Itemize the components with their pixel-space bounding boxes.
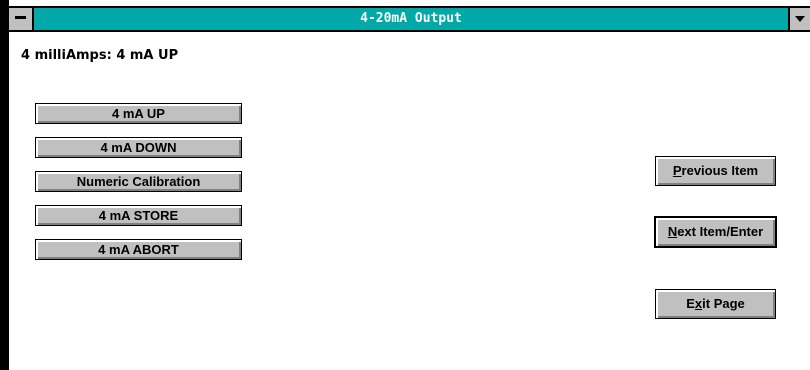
app-window: 4-20mA Output 4 milliAmps: 4 mA UP 4 mA … — [0, 0, 810, 370]
next-item-enter-button[interactable]: Next Item/Enter — [654, 216, 777, 248]
exit-page-label-start: E — [686, 296, 695, 311]
numeric-calibration-button[interactable]: Numeric Calibration — [35, 171, 242, 192]
4ma-down-button[interactable]: 4 mA DOWN — [35, 137, 242, 158]
previous-item-mnemonic: P — [672, 163, 682, 178]
next-item-label: ext Item/Enter — [677, 224, 764, 239]
4ma-abort-button[interactable]: 4 mA ABORT — [35, 239, 242, 260]
title-bar: 4-20mA Output — [9, 6, 810, 32]
4ma-store-button[interactable]: 4 mA STORE — [35, 205, 242, 226]
minimize-arrow — [795, 16, 805, 22]
exit-page-button[interactable]: Exit Page — [655, 289, 776, 319]
status-text: 4 milliAmps: 4 mA UP — [21, 48, 179, 63]
system-menu-bar — [15, 16, 26, 19]
system-menu-icon[interactable] — [9, 8, 34, 30]
exit-page-label-end: it Page — [702, 296, 745, 311]
minimize-icon[interactable] — [788, 8, 810, 30]
previous-item-label: revious Item — [681, 163, 759, 178]
4ma-up-button[interactable]: 4 mA UP — [35, 103, 242, 124]
window-left-border — [0, 0, 9, 370]
previous-item-button[interactable]: Previous Item — [655, 156, 776, 186]
window-title: 4-20mA Output — [360, 11, 462, 26]
next-item-mnemonic: N — [667, 224, 678, 239]
